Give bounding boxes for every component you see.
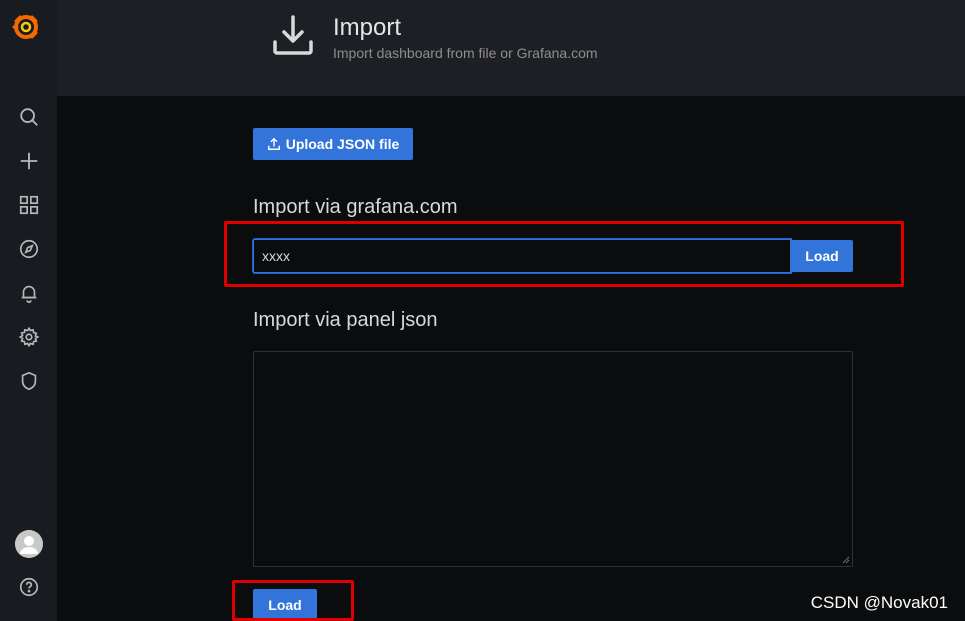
grafana-com-load-button[interactable]: Load xyxy=(791,240,853,272)
grid-icon[interactable] xyxy=(14,190,44,220)
watermark: CSDN @Novak01 xyxy=(810,593,948,612)
panel-json-load-button[interactable]: Load xyxy=(253,589,317,621)
bell-icon[interactable] xyxy=(14,278,44,308)
panel-json-textarea[interactable] xyxy=(253,351,853,567)
avatar[interactable] xyxy=(15,530,43,558)
sidebar xyxy=(0,0,57,621)
gear-icon[interactable] xyxy=(14,322,44,352)
grafana-com-section-title: Import via grafana.com xyxy=(253,196,458,218)
main-content: Import Import dashboard from file or Gra… xyxy=(57,0,965,621)
page-title: Import xyxy=(333,14,402,41)
search-icon[interactable] xyxy=(14,102,44,132)
plus-icon[interactable] xyxy=(14,146,44,176)
upload-icon xyxy=(267,137,280,150)
shield-icon[interactable] xyxy=(14,366,44,396)
resize-handle-icon[interactable] xyxy=(842,556,850,564)
page-subtitle: Import dashboard from file or Grafana.co… xyxy=(333,45,598,61)
question-icon[interactable] xyxy=(14,572,44,602)
page-header: Import Import dashboard from file or Gra… xyxy=(57,0,965,96)
grafana-logo-icon[interactable] xyxy=(11,12,41,42)
compass-icon[interactable] xyxy=(14,234,44,264)
upload-json-label: Upload JSON file xyxy=(285,136,400,152)
grafana-com-input[interactable]: xxxx xyxy=(253,239,791,273)
panel-json-section-title: Import via panel json xyxy=(253,309,438,331)
upload-json-button[interactable]: Upload JSON file xyxy=(253,128,413,160)
download-icon xyxy=(270,12,316,58)
